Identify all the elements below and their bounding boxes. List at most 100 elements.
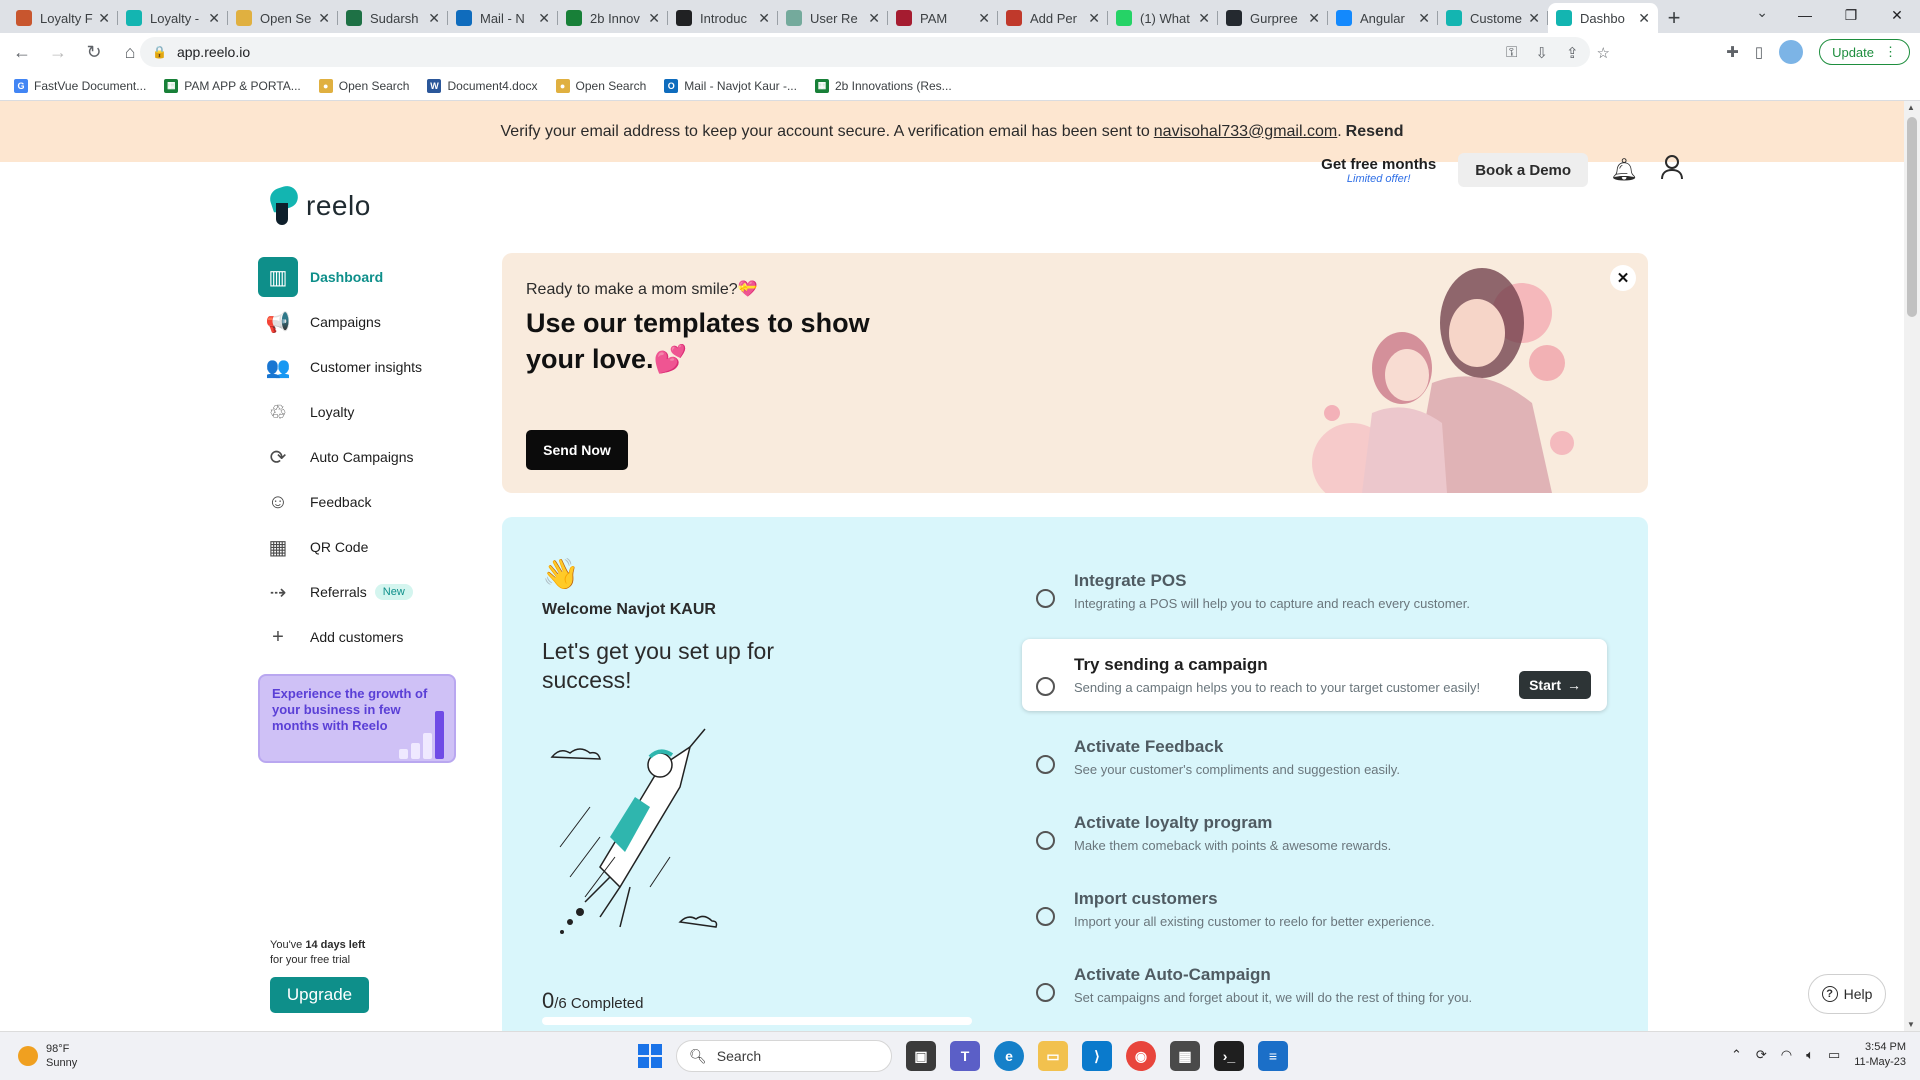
- close-tab-icon[interactable]: ✕: [1308, 10, 1320, 27]
- notepad-icon[interactable]: ≡: [1258, 1041, 1288, 1071]
- side-panel-icon[interactable]: ▯: [1755, 43, 1763, 61]
- setup-task-item[interactable]: Integrate POS Integrating a POS will help…: [1022, 563, 1607, 621]
- key-icon[interactable]: ⚿: [1506, 44, 1517, 62]
- upgrade-button[interactable]: Upgrade: [270, 977, 369, 1013]
- browser-tab[interactable]: Angular ✕: [1328, 3, 1438, 33]
- close-tab-icon[interactable]: ✕: [428, 10, 440, 27]
- chrome-icon[interactable]: ◉: [1126, 1041, 1156, 1071]
- reload-icon[interactable]: ↻: [80, 38, 108, 66]
- task-radio[interactable]: [1036, 589, 1055, 608]
- resend-link[interactable]: Resend: [1346, 123, 1404, 141]
- verify-email-link[interactable]: navisohal733@gmail.com: [1154, 123, 1337, 141]
- task-radio[interactable]: [1036, 983, 1055, 1002]
- update-button[interactable]: Update ⋮: [1819, 39, 1910, 65]
- user-profile-icon[interactable]: [1660, 154, 1684, 186]
- close-tab-icon[interactable]: ✕: [868, 10, 880, 27]
- browser-tab[interactable]: Gurpree ✕: [1218, 3, 1328, 33]
- bookmark-item[interactable]: ▦ 2b Innovations (Res...: [814, 78, 952, 93]
- send-now-button[interactable]: Send Now: [526, 430, 628, 470]
- browser-tab[interactable]: Dashbo ✕: [1548, 3, 1658, 33]
- close-tab-icon[interactable]: ✕: [648, 10, 660, 27]
- close-tab-icon[interactable]: ✕: [318, 10, 330, 27]
- close-tab-icon[interactable]: ✕: [1638, 10, 1650, 27]
- close-tab-icon[interactable]: ✕: [978, 10, 990, 27]
- sidebar-item-auto-campaigns[interactable]: ⟳ Auto Campaigns: [258, 437, 458, 477]
- free-months-offer[interactable]: Get free months Limited offer!: [1321, 156, 1436, 185]
- close-tab-icon[interactable]: ✕: [1528, 10, 1540, 27]
- setup-task-item[interactable]: Activate Auto-Campaign Set campaigns and …: [1022, 957, 1607, 1015]
- page-scrollbar[interactable]: ▲ ▼: [1904, 101, 1920, 1031]
- sidebar-item-add-customers[interactable]: + Add customers: [258, 617, 458, 657]
- new-tab-button[interactable]: +: [1658, 3, 1690, 33]
- close-window-icon[interactable]: ✕: [1874, 0, 1920, 30]
- setup-task-item[interactable]: Try sending a campaign Sending a campaign…: [1022, 639, 1607, 711]
- tab-search-icon[interactable]: ⌄: [1756, 4, 1768, 21]
- browser-tab[interactable]: Custome ✕: [1438, 3, 1548, 33]
- close-tab-icon[interactable]: ✕: [1198, 10, 1210, 27]
- close-tab-icon[interactable]: ✕: [538, 10, 550, 27]
- reelo-logo[interactable]: reelo: [267, 183, 371, 225]
- sidebar-item-dashboard[interactable]: ▥ Dashboard: [258, 257, 458, 297]
- start-button[interactable]: Start →: [1519, 671, 1591, 699]
- battery-icon[interactable]: ▭: [1828, 1047, 1840, 1063]
- edge-icon[interactable]: e: [994, 1041, 1024, 1071]
- browser-tab[interactable]: 2b Innov ✕: [558, 3, 668, 33]
- sidebar-item-loyalty[interactable]: ♲ Loyalty: [258, 392, 458, 432]
- close-tab-icon[interactable]: ✕: [1088, 10, 1100, 27]
- browser-tab[interactable]: Introduc ✕: [668, 3, 778, 33]
- task-radio[interactable]: [1036, 677, 1055, 696]
- calculator-icon[interactable]: ▦: [1170, 1041, 1200, 1071]
- bookmark-item[interactable]: ▦ PAM APP & PORTA...: [164, 78, 301, 93]
- back-icon[interactable]: ←: [8, 38, 36, 66]
- scroll-up-icon[interactable]: ▲: [1907, 103, 1915, 112]
- weather-widget[interactable]: 98°F Sunny: [18, 1042, 77, 1070]
- book-demo-button[interactable]: Book a Demo: [1458, 153, 1589, 187]
- task-radio[interactable]: [1036, 907, 1055, 926]
- minimize-icon[interactable]: —: [1782, 0, 1828, 30]
- bookmark-item[interactable]: G FastVue Document...: [14, 78, 146, 93]
- browser-tab[interactable]: PAM ✕: [888, 3, 998, 33]
- setup-task-item[interactable]: Activate loyalty program Make them comeba…: [1022, 805, 1607, 863]
- install-icon[interactable]: ⇩: [1535, 44, 1548, 62]
- browser-tab[interactable]: Loyalty F ✕: [8, 3, 118, 33]
- bell-icon[interactable]: 🔔︎: [1610, 157, 1638, 183]
- bookmark-item[interactable]: ● Open Search: [318, 78, 409, 93]
- help-button[interactable]: ? Help: [1808, 974, 1886, 1014]
- restore-icon[interactable]: ❐: [1828, 0, 1874, 30]
- sidebar-item-feedback[interactable]: ☺ Feedback: [258, 482, 458, 522]
- task-view-icon[interactable]: ▣: [906, 1041, 936, 1071]
- bookmark-item[interactable]: W Document4.docx: [427, 78, 538, 93]
- file-explorer-icon[interactable]: ▭: [1038, 1041, 1068, 1071]
- close-tab-icon[interactable]: ✕: [1418, 10, 1430, 27]
- address-bar[interactable]: 🔒 app.reelo.io: [140, 37, 1590, 67]
- close-tab-icon[interactable]: ✕: [208, 10, 220, 27]
- terminal-icon[interactable]: ›_: [1214, 1041, 1244, 1071]
- forward-icon[interactable]: →: [44, 38, 72, 66]
- close-tab-icon[interactable]: ✕: [758, 10, 770, 27]
- speaker-icon[interactable]: 🔈︎: [1806, 1047, 1814, 1063]
- close-tab-icon[interactable]: ✕: [98, 10, 110, 27]
- browser-tab[interactable]: Mail - N ✕: [448, 3, 558, 33]
- task-radio[interactable]: [1036, 831, 1055, 850]
- windows-start-icon[interactable]: [638, 1044, 662, 1068]
- extensions-icon[interactable]: ✚: [1726, 43, 1739, 61]
- setup-task-item[interactable]: Activate Feedback See your customer's com…: [1022, 729, 1607, 787]
- sync-icon[interactable]: ⟳: [1756, 1047, 1767, 1063]
- vscode-icon[interactable]: ⟩: [1082, 1041, 1112, 1071]
- browser-tab[interactable]: Add Per ✕: [998, 3, 1108, 33]
- browser-tab[interactable]: Sudarsh ✕: [338, 3, 448, 33]
- sidebar-item-campaigns[interactable]: 📢 Campaigns: [258, 302, 458, 342]
- profile-avatar[interactable]: [1779, 40, 1804, 64]
- browser-tab[interactable]: User Re ✕: [778, 3, 888, 33]
- task-radio[interactable]: [1036, 755, 1055, 774]
- growth-promo-card[interactable]: Experience the growth of your business i…: [258, 674, 456, 763]
- scrollbar-thumb[interactable]: [1907, 117, 1917, 317]
- bookmark-star-icon[interactable]: ☆: [1597, 44, 1610, 62]
- chevron-up-icon[interactable]: ⌃: [1731, 1047, 1742, 1063]
- close-banner-icon[interactable]: ✕: [1610, 265, 1636, 291]
- wifi-icon[interactable]: ◠: [1781, 1047, 1792, 1063]
- bookmark-item[interactable]: O Mail - Navjot Kaur -...: [664, 78, 797, 93]
- sidebar-item-referrals[interactable]: ⇢ Referrals New: [258, 572, 458, 612]
- setup-task-item[interactable]: Import customers Import your all existing…: [1022, 881, 1607, 939]
- clock[interactable]: 3:54 PM 11-May-23: [1854, 1040, 1906, 1070]
